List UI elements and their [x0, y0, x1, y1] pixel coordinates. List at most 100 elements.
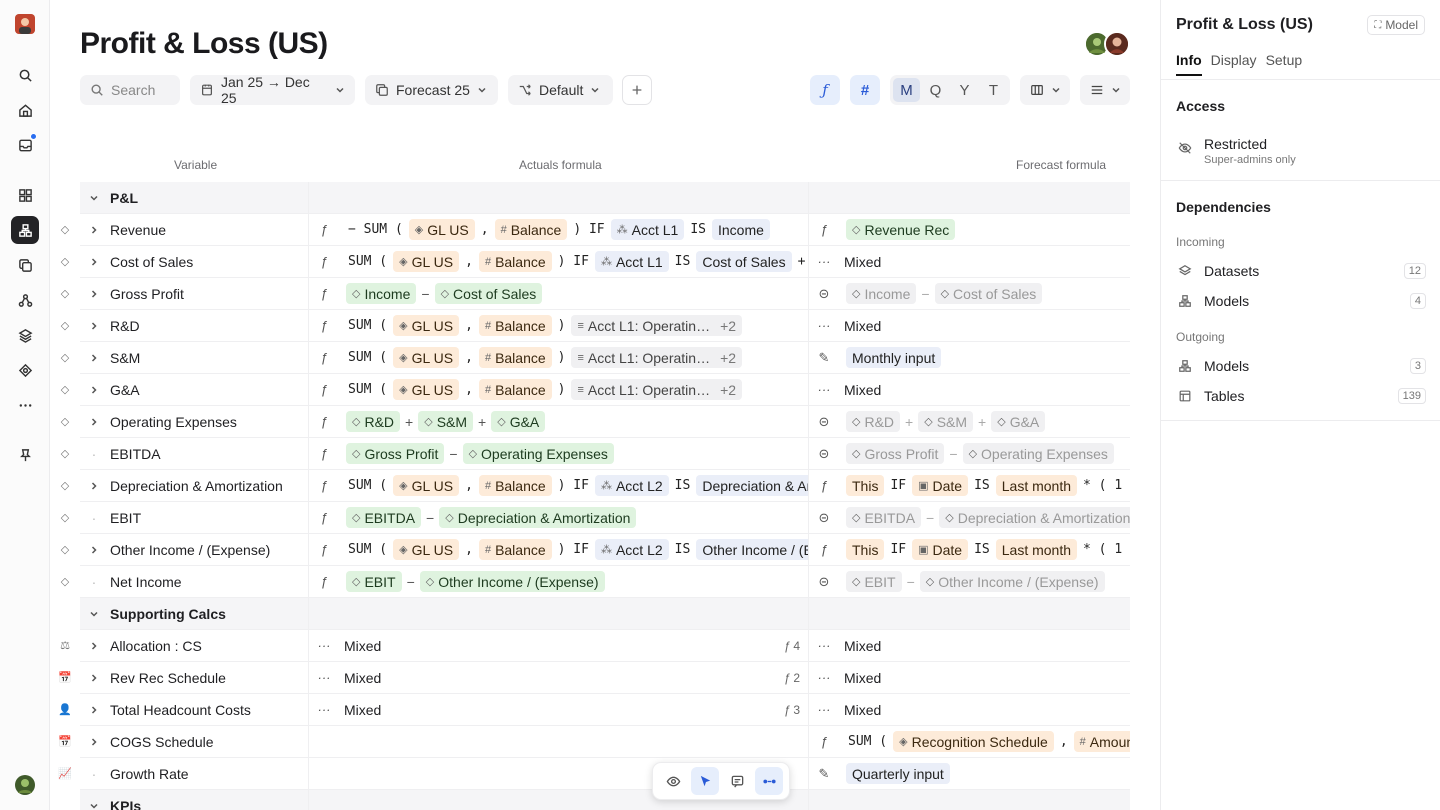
value-chip[interactable]: Other Income / (Exper	[696, 539, 808, 560]
forecast-formula-cell[interactable]: ƒ This IF ▣Date IS Last month * ( 1 +	[809, 534, 1130, 565]
chevron-right-icon[interactable]	[82, 257, 106, 267]
granularity-year[interactable]: Y	[951, 78, 978, 102]
forecast-formula-cell[interactable]: ƒ SUM ( ◈Recognition Schedule , #Amount …	[809, 726, 1130, 757]
column-header-forecast[interactable]: Forecast formula	[1016, 158, 1106, 172]
variable-chip[interactable]: ◇ Operating Expenses	[962, 443, 1114, 464]
variable-chip[interactable]: ◇ EBITDA	[846, 507, 922, 528]
table-row[interactable]: ◇ · EBITDA ƒ ◇ Gross Profit − ◇ Operating E…	[61, 438, 1130, 470]
forecast-formula-cell[interactable]: ··· Mixed	[809, 246, 1130, 277]
variable-cell[interactable]: COGS Schedule	[80, 726, 309, 757]
variable-cell[interactable]: Operating Expenses	[80, 406, 309, 437]
variable-cell[interactable]: Cost of Sales	[80, 246, 309, 277]
add-button[interactable]	[622, 75, 652, 105]
layers-icon[interactable]	[11, 321, 39, 349]
dimension-chip[interactable]: ⁂ Acct L1	[610, 219, 685, 240]
variable-cell[interactable]: Rev Rec Schedule	[80, 662, 309, 693]
variable-chip[interactable]: ◇ Income	[846, 283, 917, 304]
tab-info[interactable]: Info	[1176, 52, 1202, 76]
variable-cell[interactable]: · Growth Rate	[80, 758, 309, 789]
actuals-formula-cell[interactable]: ··· Mixed ƒ4	[309, 630, 809, 661]
forecast-formula-cell[interactable]: ··· Mixed	[809, 374, 1130, 405]
variable-chip[interactable]: ◇ EBIT	[346, 571, 402, 592]
forecast-formula-cell[interactable]: ··· Mixed	[809, 630, 1130, 661]
table-row[interactable]: ◇ S&M ƒ SUM ( ◈ GL US , # Balance ) ≡ Acct …	[61, 342, 1130, 374]
table-row[interactable]: ◇ Cost of Sales ƒ SUM ( ◈ GL US , # Balanc…	[61, 246, 1130, 278]
forecast-formula-cell[interactable]: ✎ Quarterly input	[809, 758, 1130, 789]
dashboards-icon[interactable]	[11, 181, 39, 209]
table-row[interactable]: 📅 COGS Schedule ƒ SUM ( ◈ Recognition Sch…	[58, 726, 1130, 758]
table-row[interactable]: ◇ Depreciation & Amortization ƒ SUM ( ◈ G…	[61, 470, 1130, 502]
formula-toggle[interactable]: ƒ	[810, 75, 840, 105]
column-chip[interactable]: #Amount i	[1073, 731, 1130, 752]
pin-icon[interactable]	[11, 441, 39, 469]
period-chip[interactable]: Last month	[995, 475, 1078, 496]
input-chip[interactable]: Quarterly input	[846, 763, 950, 784]
chevron-right-icon[interactable]	[82, 705, 106, 715]
variable-chip[interactable]: ◇ R&D	[846, 411, 901, 432]
date-range-select[interactable]: Jan 25 → Dec 25	[190, 74, 355, 106]
table-row[interactable]: ◇ Operating Expenses ƒ ◇ R&D + ◇ S&M + ◇ G&…	[61, 406, 1130, 438]
chevron-right-icon[interactable]	[82, 673, 106, 683]
actuals-formula-cell[interactable]: ƒ ◇ EBIT − ◇ Other Income / (Expense)	[309, 566, 809, 597]
forecast-formula-cell[interactable]: ✎ Monthly input	[809, 342, 1130, 373]
variable-chip[interactable]: ◇ G&A	[991, 411, 1046, 432]
table-row[interactable]: ◇ R&D ƒ SUM ( ◈ GL US , # Balance ) ≡ Acct …	[61, 310, 1130, 342]
eye-icon[interactable]	[659, 767, 687, 795]
date-chip[interactable]: ▣ Date	[912, 539, 969, 560]
forecast-formula-cell[interactable]: ⊝ ◇ EBIT − ◇ Other Income / (Expense)	[809, 566, 1130, 597]
copy-icon[interactable]	[11, 251, 39, 279]
filter-chip[interactable]: ≡ Acct L1: Operatin… +2	[571, 315, 743, 336]
forecast-formula-cell[interactable]: ⊝ ◇ EBITDA − ◇ Depreciation & Amortization	[809, 502, 1130, 533]
variable-chip[interactable]: ◇ Gross Profit	[846, 443, 945, 464]
column-chip[interactable]: # Balance	[478, 347, 552, 368]
column-chip[interactable]: # Balance	[478, 315, 552, 336]
tab-setup[interactable]: Setup	[1266, 52, 1303, 76]
variable-chip[interactable]: ◇ S&M	[418, 411, 474, 432]
variable-chip[interactable]: ◇ EBIT	[846, 571, 902, 592]
home-icon[interactable]	[11, 96, 39, 124]
forecast-formula-cell[interactable]: ··· Mixed	[809, 662, 1130, 693]
this-chip[interactable]: This	[846, 475, 885, 496]
dimension-chip[interactable]: ⁂ Acct L2	[594, 475, 669, 496]
dataset-chip[interactable]: ◈ GL US	[393, 475, 460, 496]
user-avatar[interactable]	[15, 775, 35, 795]
variable-chip[interactable]: ◇ Operating Expenses	[462, 443, 614, 464]
chevron-right-icon[interactable]	[82, 641, 106, 651]
column-chip[interactable]: # Balance	[478, 475, 552, 496]
variable-chip[interactable]: ◇ Cost of Sales	[934, 283, 1043, 304]
comment-icon[interactable]	[723, 767, 751, 795]
variable-cell[interactable]: Other Income / (Expense)	[80, 534, 309, 565]
column-chip[interactable]: # Balance	[478, 251, 552, 272]
variable-chip[interactable]: ◇ EBITDA	[346, 507, 422, 528]
variable-chip[interactable]: ◇ Gross Profit	[346, 443, 445, 464]
group-row-supporting[interactable]: Supporting Calcs	[80, 598, 1130, 630]
search-box[interactable]: Search	[80, 75, 180, 105]
outgoing-models[interactable]: Models 3	[1176, 355, 1426, 377]
this-chip[interactable]: This	[846, 539, 885, 560]
tab-display[interactable]: Display	[1211, 52, 1257, 76]
dataset-chip[interactable]: ◈ GL US	[393, 315, 460, 336]
column-chip[interactable]: # Balance	[494, 219, 568, 240]
variable-chip[interactable]: ◇ S&M	[918, 411, 974, 432]
chevron-down-icon[interactable]	[82, 609, 106, 619]
hierarchy-icon[interactable]	[11, 286, 39, 314]
group-row-pl[interactable]: P&L	[80, 182, 1130, 214]
variable-chip[interactable]: ◇ R&D	[346, 411, 401, 432]
table-row[interactable]: ◇ Gross Profit ƒ ◇ Income − ◇ Cost of Sale…	[61, 278, 1130, 310]
outgoing-tables[interactable]: Tables 139	[1176, 385, 1426, 407]
column-header-actuals[interactable]: Actuals formula	[519, 158, 602, 172]
variable-cell[interactable]: R&D	[80, 310, 309, 341]
table-row[interactable]: 📅 Rev Rec Schedule ··· Mixed ƒ2 ··· Mixe…	[58, 662, 1130, 694]
incoming-datasets[interactable]: Datasets 12	[1176, 260, 1426, 282]
actuals-formula-cell[interactable]: ƒ SUM ( ◈ GL US , # Balance ) ≡ Acct L1: Op…	[309, 310, 809, 341]
variable-cell[interactable]: Gross Profit	[80, 278, 309, 309]
filter-chip[interactable]: ≡ Acct L1: Operatin… +2	[571, 347, 743, 368]
chevron-right-icon[interactable]	[82, 225, 106, 235]
variable-chip[interactable]: ◇ Other Income / (Expense)	[419, 571, 605, 592]
incoming-models[interactable]: Models 4	[1176, 290, 1426, 312]
dataset-chip[interactable]: ◈ GL US	[393, 251, 460, 272]
forecast-formula-cell[interactable]: ··· Mixed	[809, 694, 1130, 725]
dimension-chip[interactable]: ⁂ Acct L2	[594, 539, 669, 560]
workspace-avatar[interactable]	[15, 14, 35, 34]
period-chip[interactable]: Last month	[995, 539, 1078, 560]
